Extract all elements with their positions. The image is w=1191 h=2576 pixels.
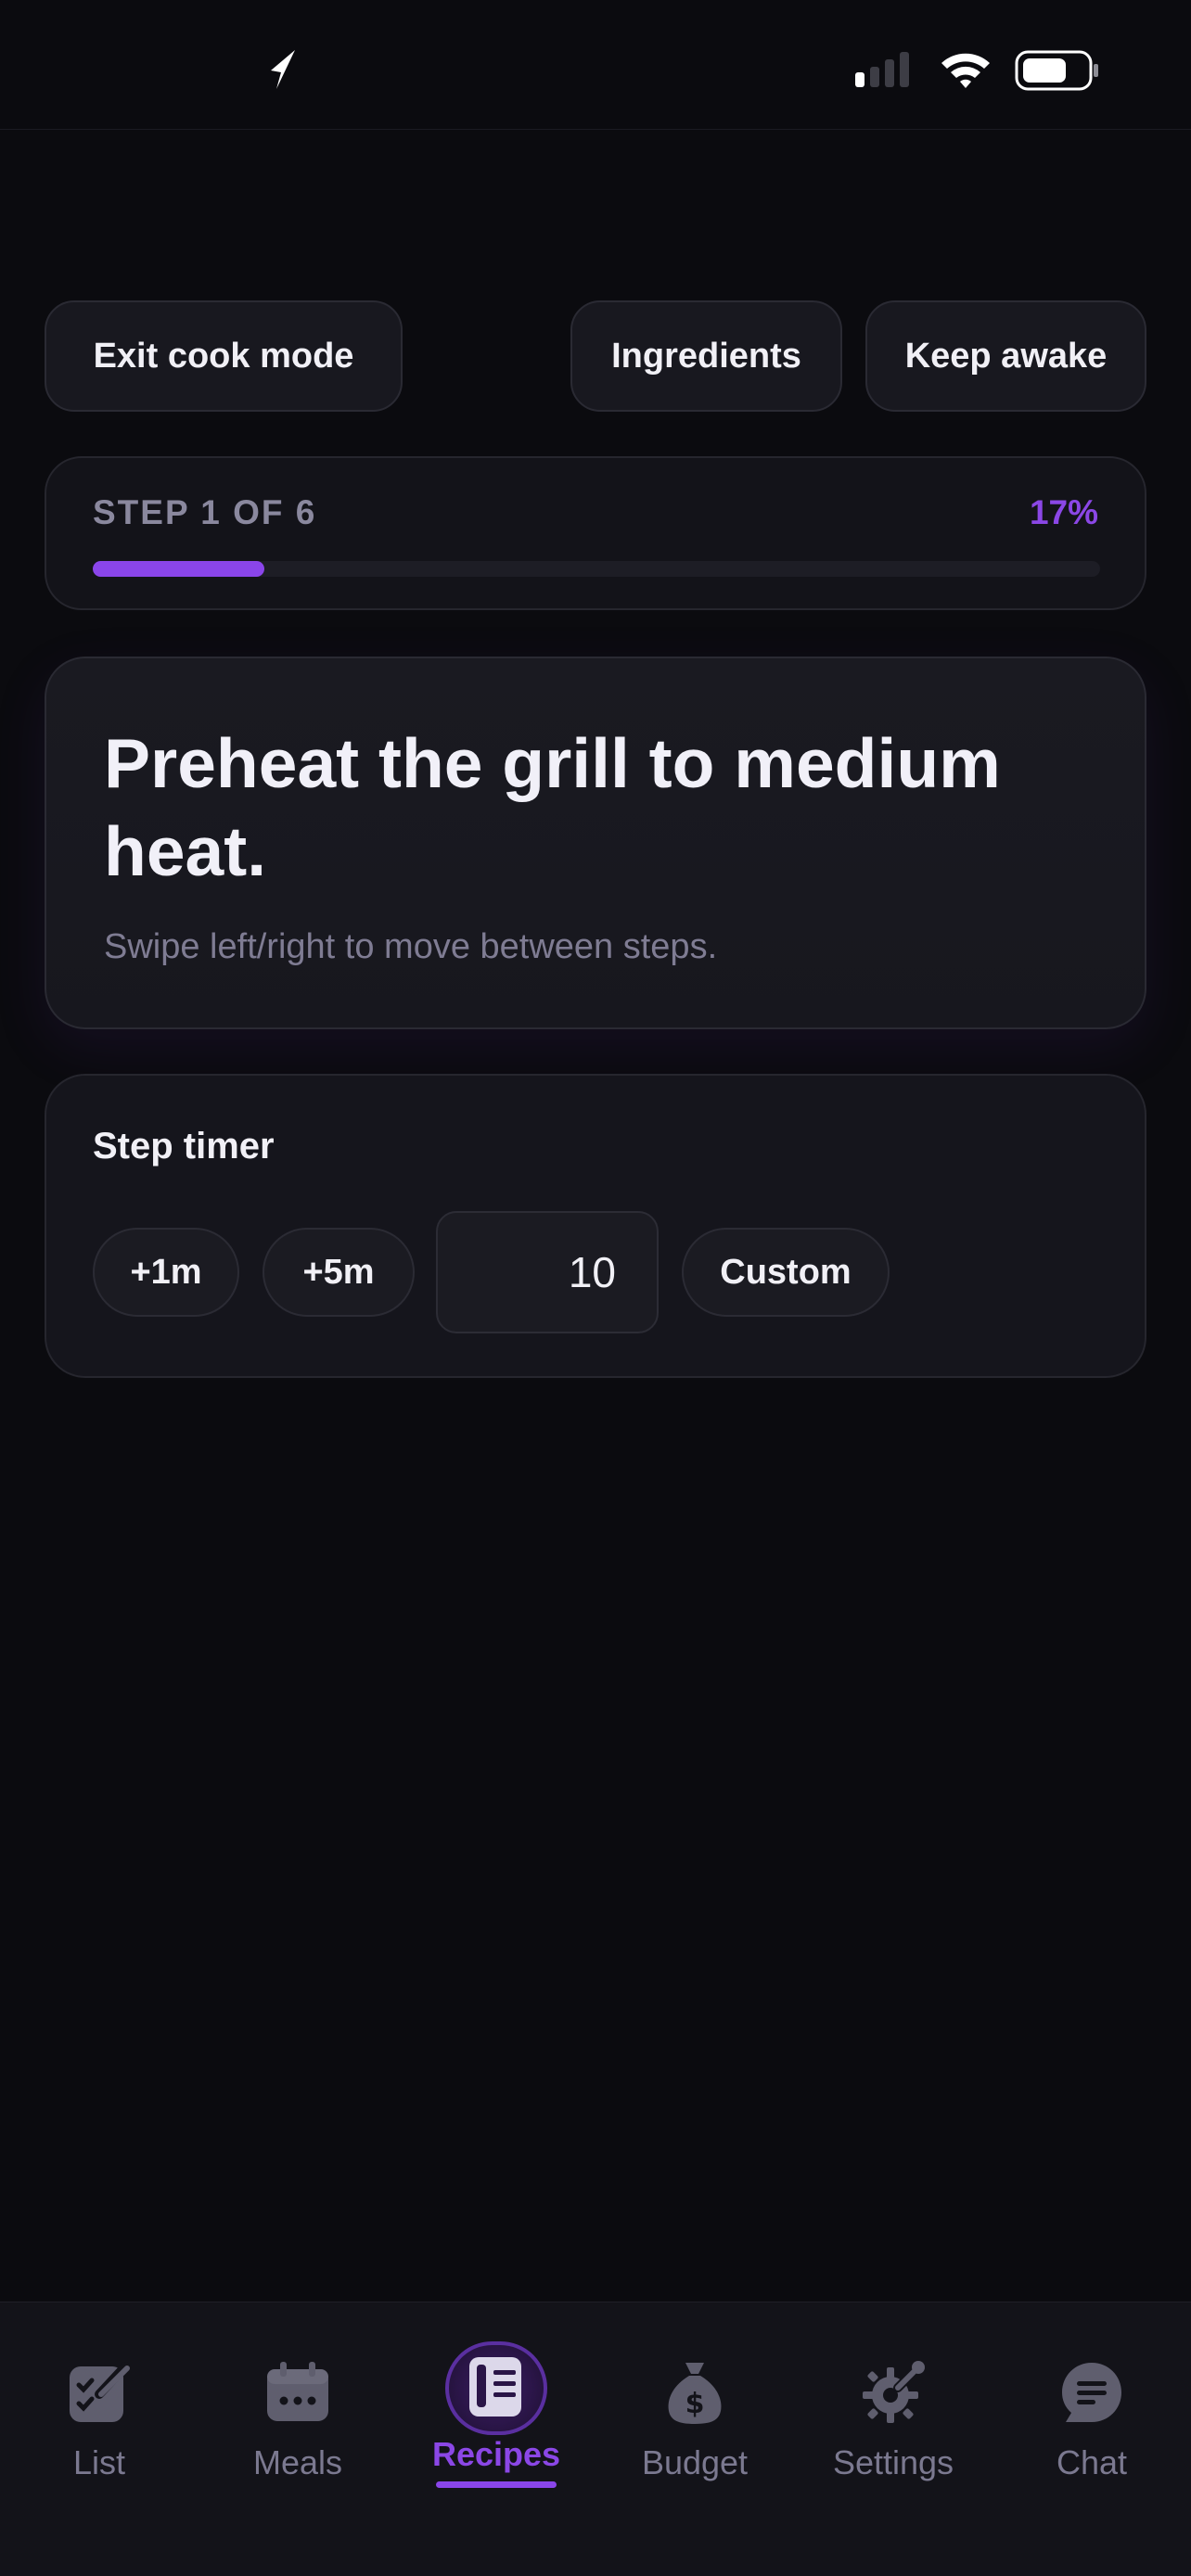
money-bag-icon: $: [644, 2341, 746, 2443]
tab-list-label: List: [72, 2443, 126, 2481]
battery-icon: [1015, 50, 1100, 96]
step-instruction: Preheat the grill to medium heat.: [104, 724, 1001, 890]
exit-cook-mode-button[interactable]: Exit cook mode: [45, 300, 403, 412]
keep-awake-button[interactable]: Keep awake: [865, 300, 1146, 412]
progress-fill: [93, 561, 264, 577]
tab-budget[interactable]: $ Budget: [596, 2302, 794, 2488]
add-1-minute-button[interactable]: +1m: [93, 1228, 239, 1317]
progress-percent: 17%: [1029, 493, 1098, 531]
tab-meals-label: Meals: [252, 2443, 343, 2481]
wifi-icon: [939, 50, 992, 94]
tab-meals[interactable]: Meals: [198, 2302, 397, 2488]
tab-settings[interactable]: Settings: [794, 2302, 992, 2488]
bottom-tab-bar: List Meals Recipes $ Budget Settings Cha…: [0, 2302, 1191, 2576]
chat-bubble-icon: [1041, 2341, 1143, 2443]
tab-recipes[interactable]: Recipes: [397, 2302, 596, 2488]
calendar-icon: [247, 2341, 349, 2443]
step-instruction-card[interactable]: Preheat the grill to medium heat. Swipe …: [45, 657, 1146, 1029]
step-progress-card: STEP 1 OF 6 17%: [45, 456, 1146, 610]
tab-budget-label: Budget: [641, 2443, 749, 2481]
step-timer-card: Step timer +1m +5m Custom: [45, 1074, 1146, 1378]
recipe-book-icon: [445, 2341, 547, 2435]
tab-recipes-label: Recipes: [431, 2434, 561, 2473]
step-timer-title: Step timer: [93, 1126, 275, 1167]
checklist-icon: [48, 2341, 150, 2443]
tab-chat-label: Chat: [1056, 2443, 1128, 2481]
tab-settings-label: Settings: [832, 2443, 954, 2481]
add-5-minutes-button[interactable]: +5m: [263, 1228, 415, 1317]
custom-timer-button[interactable]: Custom: [682, 1228, 890, 1317]
swipe-hint: Swipe left/right to move between steps.: [104, 927, 718, 966]
cellular-signal-icon: [855, 52, 909, 87]
location-arrow-icon: [265, 46, 299, 96]
svg-text:$: $: [685, 2388, 705, 2420]
status-bar: [0, 0, 1191, 130]
ingredients-button[interactable]: Ingredients: [570, 300, 842, 412]
tab-chat[interactable]: Chat: [992, 2302, 1191, 2488]
step-counter: STEP 1 OF 6: [93, 493, 317, 531]
active-tab-indicator: [436, 2480, 557, 2488]
timer-minutes-input[interactable]: [436, 1211, 659, 1333]
tab-list[interactable]: List: [0, 2302, 198, 2488]
gear-wrench-icon: [842, 2341, 944, 2443]
progress-track: [93, 561, 1100, 577]
